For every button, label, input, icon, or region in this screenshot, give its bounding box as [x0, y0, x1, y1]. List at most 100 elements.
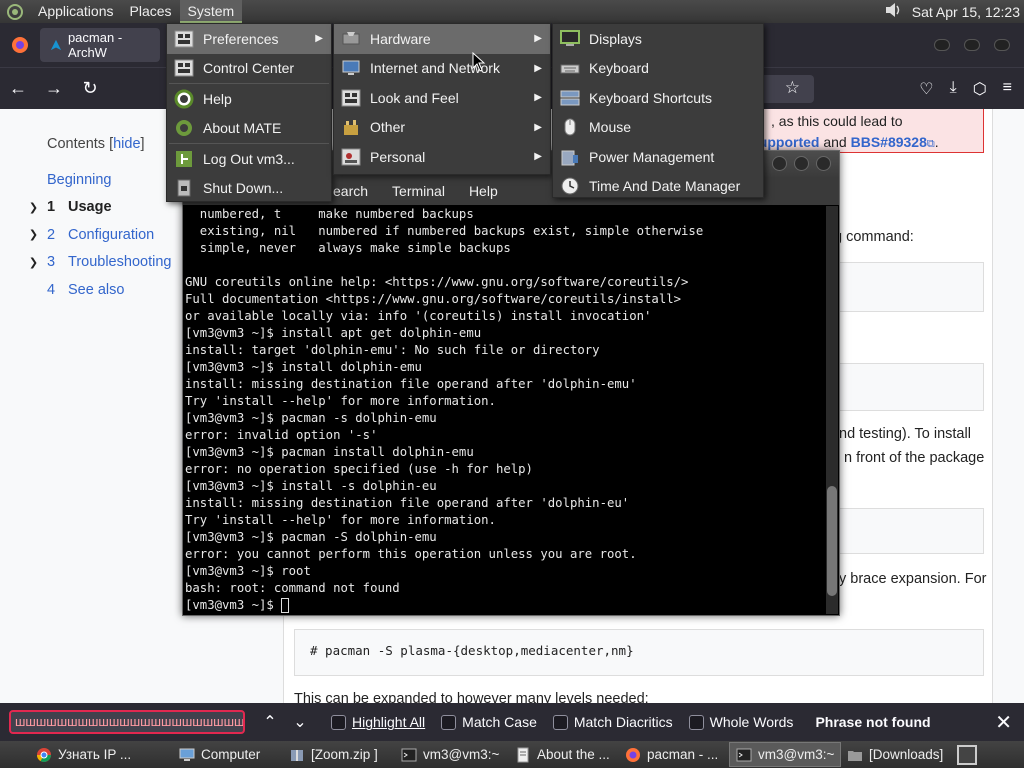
chevron-right-icon[interactable]: ❯ — [20, 228, 47, 241]
terminal-output[interactable]: numbered, t make numbered backups existi… — [185, 206, 825, 616]
scrollbar-thumb[interactable] — [827, 486, 837, 596]
power-management-icon — [559, 147, 581, 167]
downloads-icon[interactable]: ⤓ — [950, 79, 957, 99]
terminal-menu-search[interactable]: earch — [333, 183, 368, 199]
places-menu[interactable]: Places — [122, 0, 180, 23]
mouse-icon — [559, 117, 581, 137]
match-diacritics-checkbox[interactable]: Match Diacritics — [552, 714, 673, 730]
forward-icon[interactable]: → — [36, 78, 72, 99]
menu-item-control-center[interactable]: Control Center — [167, 54, 331, 84]
firefox-view-icon[interactable] — [0, 23, 40, 67]
shut-down-icon — [173, 178, 195, 198]
system-menu[interactable]: System — [179, 0, 243, 23]
maximize-button[interactable] — [964, 39, 980, 51]
show-desktop-button[interactable] — [957, 744, 977, 765]
menu-item-about-mate[interactable]: About MATE — [167, 114, 331, 144]
chevron-right-icon[interactable]: ❯ — [20, 201, 47, 214]
highlight-all-checkbox[interactable]: Highlight All — [331, 714, 425, 730]
extensions-icon[interactable]: ⬡ — [973, 79, 987, 99]
hardware-icon — [340, 29, 362, 49]
terminal-line: GNU coreutils online help: <https://www.… — [185, 275, 689, 289]
submenu-arrow-icon: ▶ — [534, 62, 542, 74]
menu-item-log-out[interactable]: Log Out vm3... — [167, 144, 331, 174]
menu-item-keyboard-shortcuts[interactable]: Keyboard Shortcuts — [553, 83, 763, 113]
taskbar-item-pacman[interactable]: pacman - ... — [619, 742, 729, 767]
taskbar-item-computer[interactable]: Computer — [173, 742, 283, 767]
pocket-icon[interactable]: ♡ — [919, 79, 933, 99]
menu-item-shut-down[interactable]: Shut Down... — [167, 174, 331, 204]
menu-item-power-management[interactable]: Power Management — [553, 142, 763, 172]
code-block-plasma: # pacman -S plasma-{desktop,mediacenter,… — [294, 629, 984, 676]
preferences-icon — [173, 29, 195, 49]
terminal-scrollbar[interactable] — [826, 206, 838, 614]
minimize-button[interactable] — [772, 156, 787, 171]
terminal-line: [vm3@vm3 ~]$ install apt get dolphin-emu — [185, 326, 482, 340]
toc-hide-link[interactable]: hide — [113, 136, 140, 152]
network-icon — [340, 58, 362, 78]
taskbar-item-downloads[interactable]: [Downloads] — [841, 742, 951, 767]
taskbar-item-zoom-zip[interactable]: [Zoom.zip ] — [283, 742, 395, 767]
menu-item-hardware[interactable]: Hardware ▶ — [334, 24, 550, 54]
find-previous-icon[interactable]: ⌃ — [255, 712, 285, 732]
maximize-button[interactable] — [794, 156, 809, 171]
taskbar-item-terminal-1[interactable]: vm3@vm3:~ — [395, 742, 509, 767]
app-menu-icon[interactable]: ≡ — [1003, 79, 1012, 99]
menu-item-look-and-feel[interactable]: Look and Feel ▶ — [334, 83, 550, 113]
menu-item-mouse[interactable]: Mouse — [553, 113, 763, 143]
back-icon[interactable]: ← — [0, 78, 36, 99]
terminal-line: install: missing destination file operan… — [185, 377, 637, 391]
reload-icon[interactable]: ↻ — [72, 78, 108, 99]
text-fragment-brace: y brace expansion. For — [839, 571, 987, 587]
bookmark-star-icon[interactable]: ☆ — [785, 78, 800, 98]
find-next-icon[interactable]: ⌄ — [285, 712, 315, 732]
arch-logo-icon — [50, 39, 62, 51]
volume-icon[interactable] — [884, 2, 904, 21]
find-status: Phrase not found — [815, 714, 931, 730]
menu-item-time-date[interactable]: Time And Date Manager — [553, 172, 763, 202]
menu-item-preferences[interactable]: Preferences ▶ — [167, 24, 331, 54]
terminal-menu-help[interactable]: Help — [469, 183, 498, 199]
terminal-line: Full documentation <https://www.gnu.org/… — [185, 292, 682, 306]
mouse-pointer-icon — [472, 52, 486, 72]
terminal-prompt[interactable]: [vm3@vm3 ~]$ — [185, 597, 825, 614]
clock[interactable]: Sat Apr 15, 12:23 — [912, 4, 1020, 20]
hardware-menu-panel: Displays Keyboard Keyboard Shortcuts Mou… — [552, 23, 764, 198]
submenu-arrow-icon: ▶ — [534, 121, 542, 133]
chevron-right-icon[interactable]: ❯ — [20, 256, 47, 269]
computer-icon — [179, 747, 195, 763]
help-lifebuoy-icon — [173, 89, 195, 109]
match-case-checkbox[interactable]: Match Case — [441, 714, 537, 730]
find-input[interactable]: шшшшшшшшшшшшшшшшшшшшшшшшшшшшшшш — [9, 710, 245, 734]
system-tray: Sat Apr 15, 12:23 — [884, 2, 1024, 21]
warning-box: , as this could lead to supported and BB… — [744, 109, 984, 153]
terminal-icon — [736, 747, 752, 763]
terminal-menu-terminal[interactable]: Terminal — [392, 183, 445, 199]
taskbar-item-about[interactable]: About the ... — [509, 742, 619, 767]
bbs-link[interactable]: BBS#89328 — [851, 134, 927, 150]
menu-item-keyboard[interactable]: Keyboard — [553, 54, 763, 84]
tab-pacman[interactable]: pacman - ArchW — [40, 28, 160, 62]
whole-words-checkbox[interactable]: Whole Words — [688, 714, 793, 730]
minimize-button[interactable] — [934, 39, 950, 51]
other-icon — [340, 117, 362, 137]
menu-item-help[interactable]: Help — [167, 84, 331, 114]
terminal-line: install: missing destination file operan… — [185, 496, 630, 510]
terminal-line: [vm3@vm3 ~]$ pacman install dolphin-emu — [185, 445, 474, 459]
firefox-icon — [625, 747, 641, 763]
taskbar-item-terminal-2[interactable]: vm3@vm3:~ — [729, 742, 841, 767]
terminal-line: error: no operation specified (use -h fo… — [185, 462, 533, 476]
close-button[interactable] — [994, 39, 1010, 51]
look-and-feel-icon — [340, 88, 362, 108]
menu-item-displays[interactable]: Displays — [553, 24, 763, 54]
taskbar-item-chrome[interactable]: Узнать IP ... — [30, 742, 173, 767]
archive-icon — [289, 747, 305, 763]
menu-item-personal[interactable]: Personal ▶ — [334, 142, 550, 172]
menu-item-other[interactable]: Other ▶ — [334, 113, 550, 143]
preferences-menu-panel: Hardware ▶ Internet and Network ▶ Look a… — [333, 23, 551, 175]
close-button[interactable] — [816, 156, 831, 171]
mate-logo-icon[interactable] — [4, 1, 26, 23]
close-icon[interactable]: ✕ — [995, 710, 1012, 735]
menu-item-internet-network[interactable]: Internet and Network ▶ — [334, 54, 550, 84]
applications-menu[interactable]: Applications — [30, 0, 122, 23]
folder-icon — [847, 747, 863, 763]
